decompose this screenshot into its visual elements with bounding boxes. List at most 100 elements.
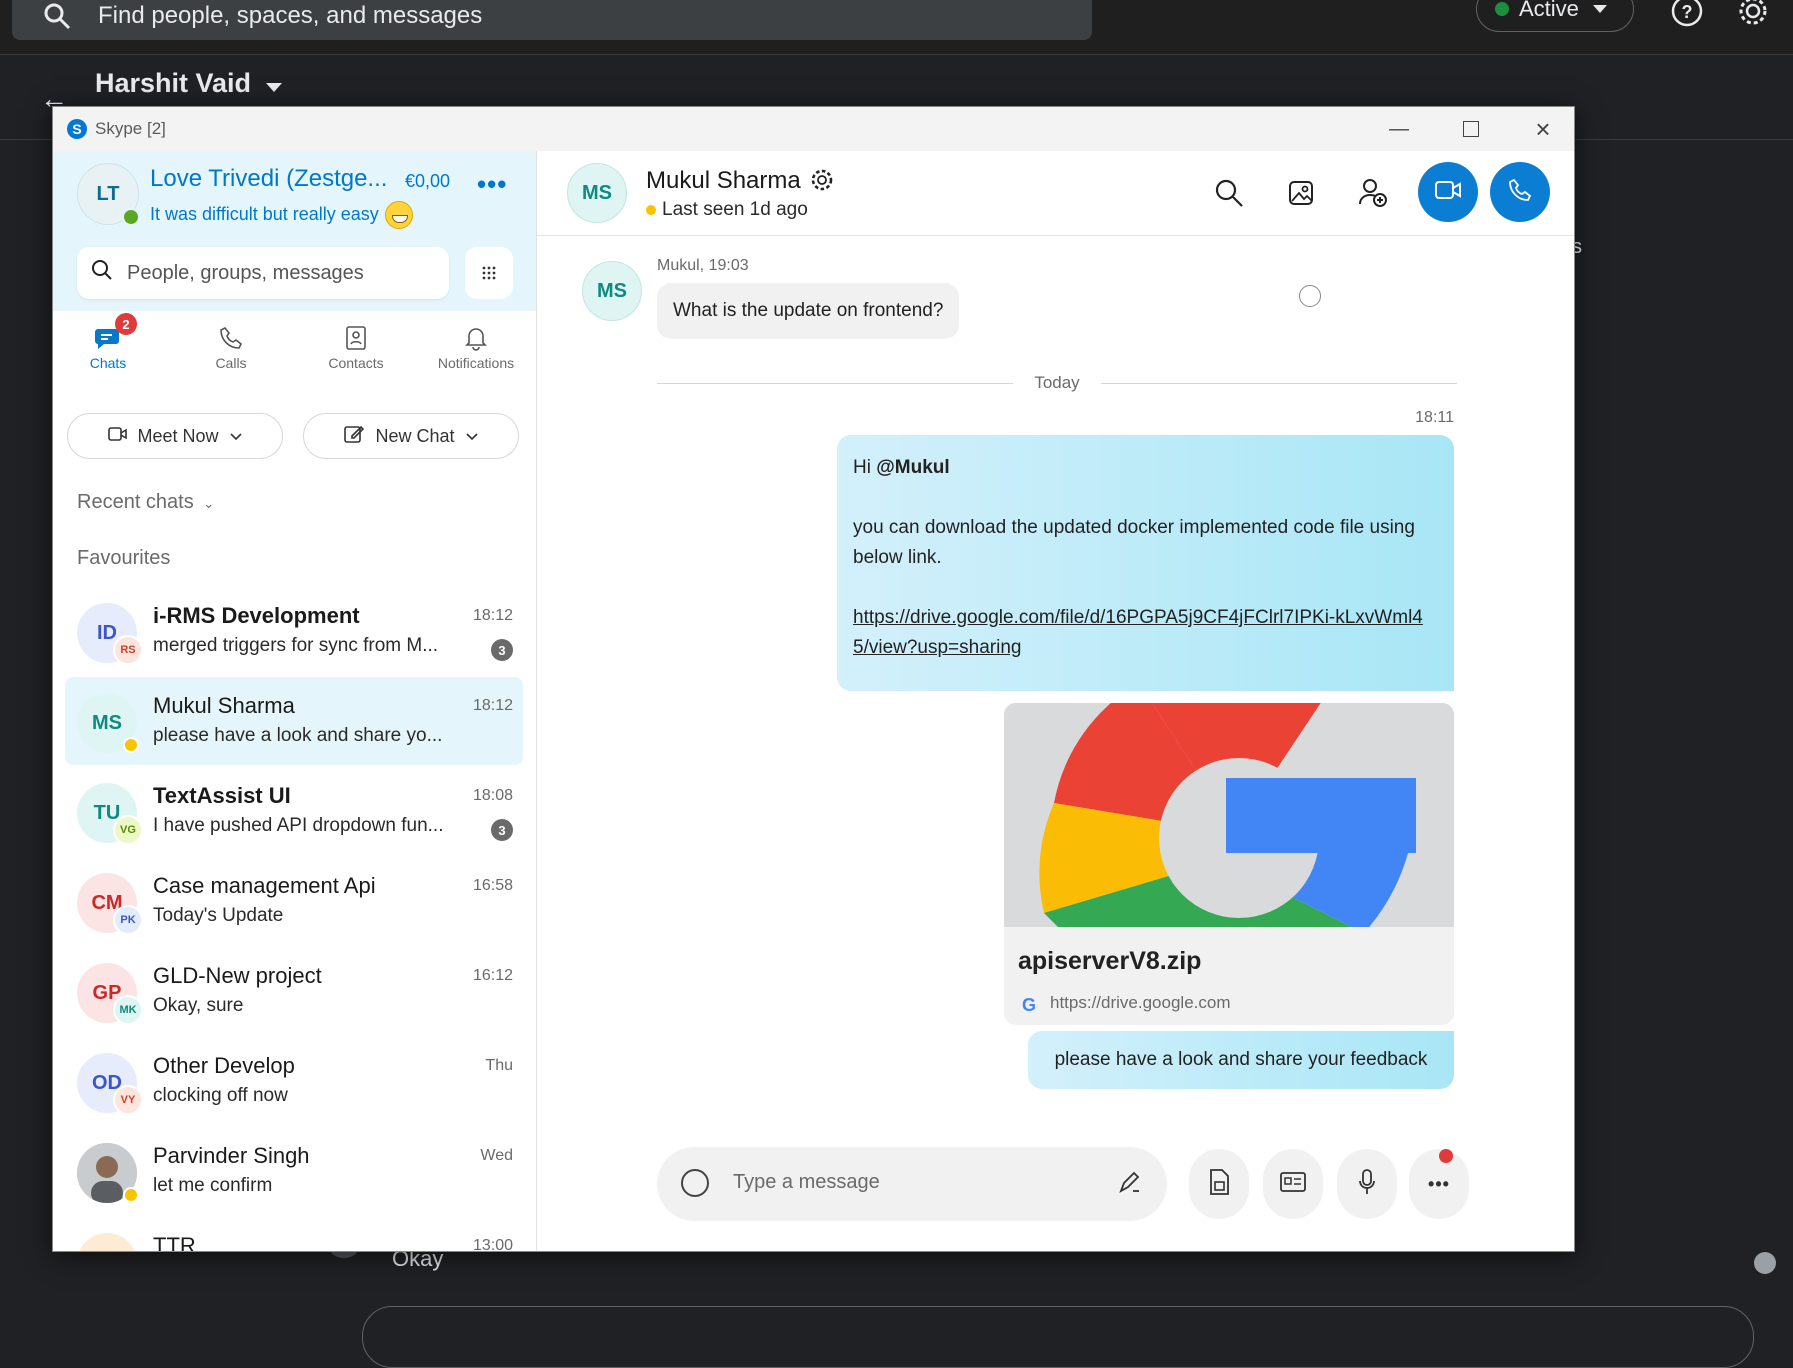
background-small-avatar [1754, 1252, 1776, 1274]
away-status-dot [123, 737, 139, 753]
background-search-bar[interactable]: Find people, spaces, and messages [12, 0, 1092, 40]
video-icon [107, 425, 128, 448]
search-icon [91, 259, 113, 287]
contact-card-button[interactable] [1263, 1149, 1323, 1219]
format-pen-icon[interactable] [1115, 1169, 1143, 1197]
maximize-button[interactable] [1443, 107, 1499, 151]
message-compose[interactable]: Type a message [657, 1147, 1167, 1221]
chat-time: 16:12 [472, 967, 513, 984]
chat-item-gld-new-project[interactable]: GP MK GLD-New project Okay, sure 16:12 [65, 947, 523, 1035]
chat-name: Other Develop [153, 1053, 295, 1078]
background-search-placeholder: Find people, spaces, and messages [98, 2, 483, 29]
chat-name: TTR [153, 1233, 196, 1251]
member-avatar: MK [113, 995, 143, 1025]
gallery-icon[interactable] [1281, 173, 1321, 213]
audio-call-button[interactable] [1490, 162, 1550, 222]
contact-status: Last seen 1d ago [646, 199, 808, 221]
chat-time: 16:58 [472, 877, 513, 894]
avatar-initials: ID [97, 621, 117, 644]
search-placeholder: People, groups, messages [127, 261, 364, 284]
search-input[interactable]: People, groups, messages [77, 247, 449, 299]
chat-name: TextAssist UI [153, 783, 291, 808]
contact-card-icon [1279, 1171, 1307, 1198]
contact-avatar[interactable]: MS [567, 163, 627, 223]
outgoing-message[interactable]: please have a look and share your feedba… [1028, 1031, 1454, 1089]
chat-time: Thu [485, 1057, 513, 1074]
add-participant-icon[interactable] [1353, 173, 1393, 213]
status-dropdown[interactable]: Active [1476, 0, 1634, 32]
svg-text:?: ? [1682, 2, 1693, 22]
emoji-icon[interactable] [681, 1169, 709, 1197]
react-smiley-icon[interactable] [1299, 285, 1321, 307]
more-options-icon[interactable]: ••• [477, 169, 507, 200]
settings-gear-icon[interactable] [1736, 0, 1770, 28]
avatar: ID RS [77, 603, 143, 665]
chat-time: 18:08 [472, 787, 513, 804]
attachment-file-name: apiserverV8.zip [1018, 947, 1202, 975]
search-icon [42, 1, 72, 31]
window-titlebar: S Skype [2] — × [53, 107, 1574, 151]
avatar-initials: MS [92, 711, 122, 734]
video-call-button[interactable] [1418, 162, 1478, 222]
message-body: you can download the updated docker impl… [853, 517, 1415, 568]
chat-item-ttr[interactable]: TTR 13:00 [65, 1217, 523, 1251]
profile-mood[interactable]: It was difficult but really easy [150, 201, 413, 229]
attachment-source: https://drive.google.com [1050, 993, 1231, 1012]
message-greeting: Hi @Mukul [853, 453, 1438, 483]
chat-item-irms-development[interactable]: ID RS i-RMS Development merged triggers … [65, 587, 523, 675]
help-icon[interactable]: ? [1670, 0, 1704, 28]
gear-icon[interactable] [809, 167, 835, 193]
chat-preview: please have a look and share yo... [153, 725, 443, 746]
profile-name[interactable]: Love Trivedi (Zestge... [150, 165, 387, 193]
close-button[interactable]: × [1515, 107, 1571, 151]
avatar: CM PK [77, 873, 143, 935]
contact-name[interactable]: Mukul Sharma [646, 167, 801, 195]
bell-icon [421, 321, 531, 355]
chevron-down-icon[interactable] [266, 83, 282, 92]
incoming-message[interactable]: What is the update on frontend? [657, 283, 960, 339]
meet-now-button[interactable]: Meet Now [67, 413, 283, 459]
voice-message-button[interactable] [1337, 1149, 1397, 1219]
google-g-icon: G [1022, 995, 1037, 1015]
skype-credit[interactable]: €0,00 [405, 171, 450, 192]
online-status-dot [122, 208, 140, 226]
chat-item-other-develop[interactable]: OD VY Other Develop clocking off now Thu [65, 1037, 523, 1125]
chat-name: Mukul Sharma [153, 693, 295, 718]
dialpad-icon[interactable] [465, 247, 513, 299]
favourites-heading: Favourites [77, 547, 171, 569]
member-avatar: PK [113, 905, 143, 935]
member-avatar: RS [113, 635, 143, 665]
share-file-button[interactable] [1189, 1149, 1249, 1219]
chat-name: Parvinder Singh [153, 1143, 310, 1168]
chat-item-textassist-ui[interactable]: TU VG TextAssist UI I have pushed API dr… [65, 767, 523, 855]
tab-notifications[interactable]: Notifications [421, 321, 531, 371]
mention[interactable]: @Mukul [876, 457, 949, 478]
recent-chats-dropdown[interactable]: Recent chats ⌄ [77, 491, 214, 514]
sender-avatar[interactable]: MS [582, 261, 642, 321]
chat-item-case-management-api[interactable]: CM PK Case management Api Today's Update… [65, 857, 523, 945]
link-preview-card[interactable]: apiserverV8.zip G https://drive.google.c… [1004, 703, 1454, 1025]
chevron-down-icon [229, 426, 243, 447]
grinning-emoji-icon [384, 201, 413, 229]
chat-bubble-icon [53, 321, 163, 355]
tab-label: Chats [89, 355, 127, 371]
outgoing-time: 18:11 [1415, 409, 1454, 426]
minimize-button[interactable]: — [1371, 107, 1427, 151]
chat-time: Wed [480, 1147, 513, 1164]
chat-item-mukul-sharma[interactable]: MS Mukul Sharma please have a look and s… [65, 677, 523, 765]
profile-avatar[interactable]: LT [77, 163, 140, 226]
conversation-pane: MS Mukul Sharma Last seen 1d ago MS Muku… [537, 151, 1574, 1251]
tab-chats[interactable]: 2 Chats [53, 313, 163, 371]
tab-contacts[interactable]: Contacts [301, 321, 411, 371]
search-icon[interactable] [1209, 173, 1249, 213]
chat-name: Case management Api [153, 873, 376, 898]
chat-time: 13:00 [472, 1237, 513, 1251]
status-dot [1495, 2, 1509, 16]
conversation-header: MS Mukul Sharma Last seen 1d ago [537, 151, 1574, 236]
chat-item-parvinder-singh[interactable]: Parvinder Singh let me confirm Wed [65, 1127, 523, 1215]
new-chat-button[interactable]: New Chat [303, 413, 519, 459]
background-compose-box[interactable] [362, 1306, 1754, 1368]
drive-link[interactable]: https://drive.google.com/file/d/16PGPA5j… [853, 607, 1423, 658]
tab-calls[interactable]: Calls [176, 321, 286, 371]
outgoing-message[interactable]: Hi @Mukul you can download the updated d… [837, 435, 1454, 691]
